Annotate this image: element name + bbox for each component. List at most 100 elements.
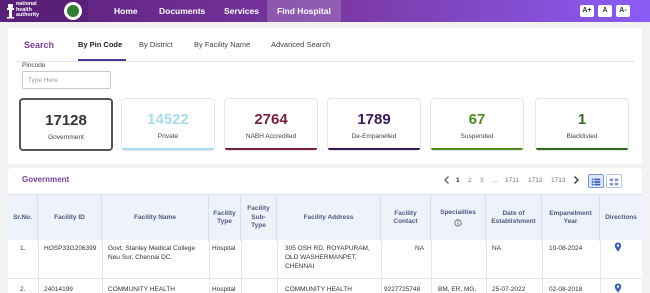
stat-value: 1 [577,111,587,128]
stat-accent-bar [431,148,523,150]
stat-label: De-Empanelled [351,133,397,140]
column-divider [431,240,432,293]
font-increase-button[interactable]: A+ [580,5,594,17]
cell-specialities: BM, ER, MG, [438,286,477,293]
pincode-label: Pincode [22,62,46,69]
column-divider [381,240,382,293]
column-header-sr-no: Sr.No. [8,195,38,241]
page-2[interactable]: 2 [468,177,472,184]
stat-label: Private [157,133,179,140]
stat-card-private[interactable]: 14522 Private [121,98,215,151]
stat-accent-bar [328,148,420,150]
nav-documents[interactable]: Documents [159,0,205,22]
stat-accent-bar [122,148,214,150]
table-header: Sr.No. Facility ID Facility Name Facilit… [8,194,642,241]
cell-sr-no: 1. [20,245,26,252]
cell-facility-type: Hospital [212,286,236,293]
stat-accent-bar [225,148,317,150]
column-header-facility-address: Facility Address [277,195,381,241]
cell-empanelment-year: 02-08-2018 [549,286,583,293]
stat-value: 1789 [357,111,391,128]
column-header-facility-contact: Facility Contact [381,195,431,241]
tab-advanced-search[interactable]: Advanced Search [271,40,330,49]
column-header-facility-type: Facility Type [209,195,241,241]
column-header-facility-sub-type: Facility Sub-Type [241,195,277,241]
stat-card-blacklisted[interactable]: 1 Blacklisted [535,98,629,151]
stat-card-de-empanelled[interactable]: 1789 De-Empanelled [327,98,421,151]
nha-logo-text: national health authority [16,1,40,19]
chevron-right-icon[interactable] [571,175,581,185]
column-header-facility-name: Facility Name [102,195,209,241]
top-navigation-bar: national health authority Home Documents… [0,0,650,22]
column-header-facility-id: Facility ID [38,195,102,241]
column-divider [600,240,601,293]
info-icon[interactable] [454,219,462,227]
stat-label: Blacklisted [566,133,598,140]
chevron-left-icon[interactable] [442,175,452,185]
stat-value: 14522 [147,111,189,128]
cell-facility-contact: 9227725748 [384,286,421,293]
cell-facility-address: 305 OSH RD, ROYAPURAM, OLD WASHERMANPET,… [285,245,370,270]
tab-by-district[interactable]: By District [139,40,173,49]
cell-facility-type: Hospital [212,245,236,252]
stat-card-suspended[interactable]: 67 Suspended [430,98,524,151]
page-1713[interactable]: 1713 [551,177,565,184]
cell-facility-contact: NA [415,245,425,252]
column-header-date-of-establishment: Date of Establishment [486,195,542,241]
nav-find-hospital[interactable]: Find Hospital [267,0,341,22]
tab-by-facility-name[interactable]: By Facility Name [194,40,250,49]
column-divider [209,240,210,293]
column-divider [486,240,487,293]
stat-card-government[interactable]: 17128 Government [19,98,113,151]
page-1711[interactable]: 1711 [505,177,519,184]
specialities-header-label: Specialities [440,208,476,216]
page-3[interactable]: 3 [480,177,484,184]
stat-value: 2764 [254,111,288,128]
cell-facility-id: 24014199 [44,286,73,293]
column-header-directions: Directions [605,213,637,221]
results-table-panel: Government 1 2 3 ... 1711 1712 1713 Sr.N… [8,168,642,293]
page-1[interactable]: 1 [456,177,460,184]
font-normal-button[interactable]: A [598,5,612,17]
stat-label: Suspended [460,133,494,140]
pincode-input[interactable] [22,71,111,89]
map-pin-icon[interactable] [614,242,622,252]
grid-view-button[interactable] [606,174,622,188]
nav-home[interactable]: Home [114,0,138,22]
column-divider [241,240,242,293]
stat-accent-bar [536,148,628,150]
row-divider [8,278,642,279]
column-divider [38,240,39,293]
search-panel: Search By Pin Code By District By Facili… [8,28,642,164]
page-ellipsis: ... [492,177,498,184]
nav-services[interactable]: Services [224,0,259,22]
column-header-empanelment-year: Empanelment Year [542,195,600,241]
stat-value: 67 [468,111,486,128]
logo-area[interactable]: national health authority [0,0,88,22]
column-divider [277,240,278,293]
cell-date-of-establishment: NA [492,245,502,252]
stat-label: NABH Accredited [245,133,297,140]
grid-view-icon [609,178,619,186]
list-view-icon [591,178,601,186]
cell-empanelment-year: 10-08-2024 [549,245,583,252]
stat-card-nabh-accredited[interactable]: 2764 NABH Accredited [224,98,318,151]
list-view-button[interactable] [588,174,604,188]
tab-by-pin-code[interactable]: By Pin Code [78,40,122,49]
cell-date-of-establishment: 25-07-2022 [492,286,526,293]
cell-facility-name: Govt. Stanley Medical College Neu Sur, C… [108,245,196,261]
map-pin-icon[interactable] [614,283,622,293]
cell-facility-name: COMMUNITY HEALTH [108,286,175,293]
stat-value: 17128 [45,112,87,129]
stat-label: Government [48,134,84,141]
font-decrease-button[interactable]: A- [616,5,630,17]
column-header-specialities: Specialities [431,195,486,241]
government-seal-icon [64,2,82,20]
cell-facility-address: COMMUNITY HEALTH [285,286,352,293]
table-title: Government [22,175,70,184]
national-emblem-icon [7,4,14,19]
tab-divider [16,61,634,62]
search-title: Search [24,40,55,50]
column-divider [542,240,543,293]
page-1712[interactable]: 1712 [528,177,542,184]
